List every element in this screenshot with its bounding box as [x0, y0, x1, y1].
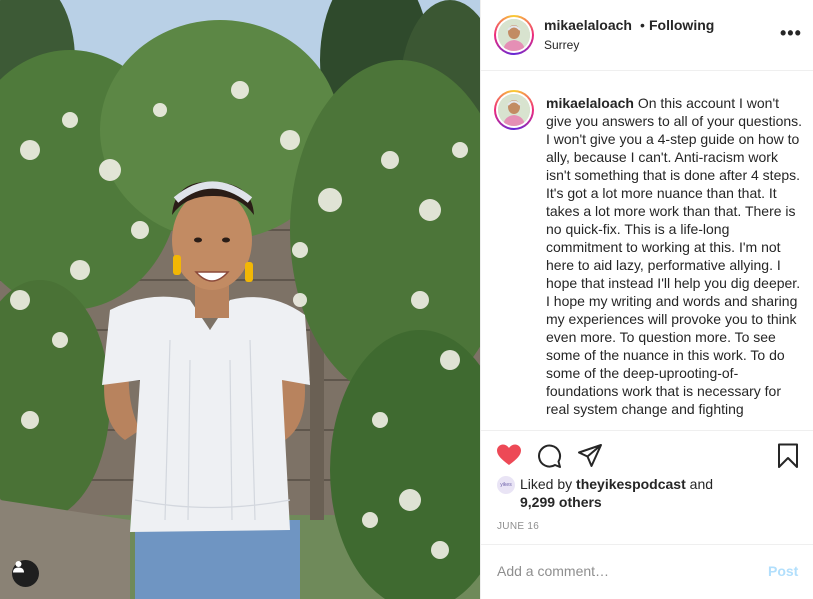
caption-text: On this account I won't give you answers… — [546, 95, 803, 417]
caption-username[interactable]: mikaelaloach — [546, 95, 634, 111]
liked-user-link[interactable]: theyikespodcast — [576, 476, 686, 492]
heart-icon — [497, 444, 521, 465]
post-comment-button[interactable]: Post — [768, 563, 798, 579]
comment-input[interactable] — [497, 559, 737, 583]
photo-illustration — [0, 0, 480, 599]
share-icon — [578, 444, 602, 467]
header-separator: • — [640, 17, 645, 33]
caption-avatar[interactable] — [494, 90, 534, 130]
post-actions: yikes Liked by theyikespodcast and 9,299… — [481, 430, 813, 596]
save-button[interactable] — [777, 443, 799, 474]
liked-prefix: Liked by — [520, 476, 573, 492]
liked-and: and — [689, 476, 714, 492]
author-avatar[interactable] — [494, 15, 534, 55]
liked-by-avatar[interactable]: yikes — [497, 476, 515, 494]
author-username[interactable]: mikaelaloach — [544, 17, 632, 33]
avatar-image — [498, 94, 530, 126]
post-location[interactable]: Surrey — [544, 38, 579, 52]
comment-button[interactable] — [536, 443, 562, 474]
comment-icon — [538, 444, 562, 468]
post-caption: mikaelaloach On this account I won't giv… — [546, 94, 804, 418]
post-date[interactable]: JUNE 16 — [497, 521, 539, 532]
user-tag-icon — [13, 561, 24, 573]
caption-area: mikaelaloach On this account I won't giv… — [481, 72, 813, 429]
more-options-icon[interactable]: ••• — [780, 24, 802, 42]
avatar-image — [498, 19, 530, 51]
user-tag-button[interactable] — [12, 560, 39, 587]
following-button[interactable]: Following — [649, 17, 714, 33]
liked-others-link[interactable]: 9,299 others — [520, 494, 602, 510]
likes-text: Liked by theyikespodcast and 9,299 other… — [520, 475, 760, 511]
comment-bar: Post — [481, 544, 813, 597]
share-button[interactable] — [577, 443, 603, 474]
post-sidebar: mikaelaloach • Following Surrey ••• mika… — [480, 0, 813, 599]
bookmark-icon — [778, 443, 798, 468]
post-header: mikaelaloach • Following Surrey ••• — [481, 0, 813, 71]
like-button[interactable] — [496, 443, 522, 472]
post-photo[interactable] — [0, 0, 480, 599]
